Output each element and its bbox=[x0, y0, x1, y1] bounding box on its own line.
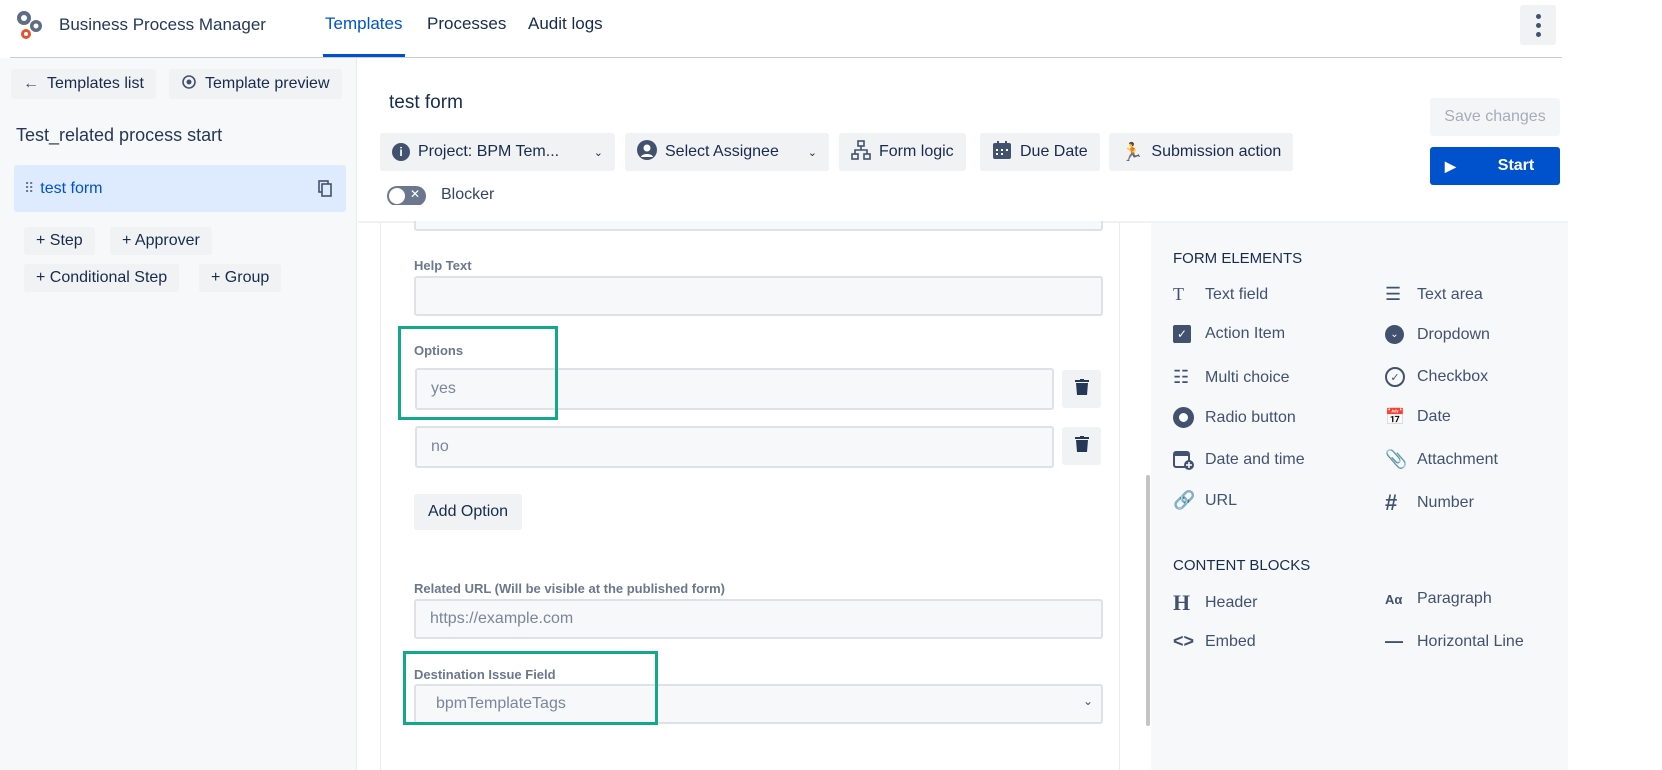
hash-icon: # bbox=[1385, 490, 1398, 515]
palette-multi-choice[interactable]: ☷ Multi choice bbox=[1173, 367, 1289, 388]
font-size-icon: Aα bbox=[1385, 591, 1403, 607]
nav-tab-processes[interactable]: Processes bbox=[427, 14, 506, 34]
submission-action-button[interactable]: 🏃 Submission action bbox=[1109, 133, 1294, 171]
running-icon: 🏃 bbox=[1121, 141, 1144, 162]
related-url-label: Related URL (Will be visible at the publ… bbox=[414, 581, 725, 596]
add-step-button[interactable]: + Step bbox=[24, 227, 95, 255]
minus-icon: — bbox=[1385, 631, 1403, 651]
highlight-options bbox=[398, 326, 558, 420]
nav-tab-templates[interactable]: Templates bbox=[325, 14, 402, 34]
paperclip-icon: 📎 bbox=[1385, 449, 1408, 469]
header-bg-cover bbox=[358, 205, 1568, 221]
form-title: test form bbox=[389, 92, 463, 113]
copy-icon[interactable] bbox=[318, 180, 332, 202]
step-item-test-form[interactable]: ⠿ test form bbox=[14, 165, 346, 212]
project-dropdown[interactable]: i Project: BPM Tem... ⌄ bbox=[380, 133, 615, 171]
palette-radio-button[interactable]: Radio button bbox=[1173, 407, 1296, 428]
heading-icon: H bbox=[1173, 590, 1191, 615]
close-icon: ✕ bbox=[410, 187, 421, 201]
palette-date[interactable]: 📅 Date bbox=[1385, 407, 1451, 427]
form-logic-button[interactable]: Form logic bbox=[839, 133, 966, 171]
scrollbar[interactable] bbox=[1146, 475, 1150, 726]
form-elements-title: FORM ELEMENTS bbox=[1173, 250, 1303, 267]
palette-text-field[interactable]: T Text field bbox=[1173, 284, 1268, 305]
check-circle-icon: ✓ bbox=[1385, 367, 1417, 387]
palette-attachment[interactable]: 📎 Attachment bbox=[1385, 449, 1498, 470]
template-name: Test_related process start bbox=[16, 125, 223, 145]
palette-embed[interactable]: <> Embed bbox=[1173, 631, 1256, 652]
option-input-no[interactable]: no bbox=[415, 426, 1054, 468]
align-justify-icon: ☰ bbox=[1385, 284, 1402, 304]
play-icon: ▶ bbox=[1445, 157, 1456, 174]
palette-checkbox[interactable]: ✓ Checkbox bbox=[1385, 367, 1488, 387]
palette-dropdown[interactable]: ⌄ Dropdown bbox=[1385, 325, 1490, 344]
palette-url[interactable]: 🔗 URL bbox=[1173, 490, 1237, 511]
add-conditional-step-button[interactable]: + Conditional Step bbox=[24, 264, 180, 292]
palette-horizontal-line[interactable]: — Horizontal Line bbox=[1385, 631, 1524, 652]
palette-number[interactable]: # Number bbox=[1385, 490, 1474, 516]
sitemap-icon bbox=[851, 139, 871, 165]
calendar-icon: 📅 bbox=[1385, 409, 1405, 426]
palette-action-item[interactable]: ✓ Action Item bbox=[1173, 325, 1285, 343]
save-changes-button[interactable]: Save changes bbox=[1430, 98, 1560, 136]
due-date-button[interactable]: Due Date bbox=[980, 133, 1100, 171]
blocker-label: Blocker bbox=[441, 186, 495, 203]
app-title: Business Process Manager bbox=[59, 15, 266, 34]
text-t-icon: T bbox=[1173, 284, 1184, 304]
content-blocks-title: CONTENT BLOCKS bbox=[1173, 557, 1311, 574]
start-button[interactable]: ▶ Start bbox=[1430, 147, 1560, 185]
add-approver-button[interactable]: + Approver bbox=[110, 227, 212, 255]
template-preview-button[interactable]: Template preview bbox=[169, 69, 342, 99]
add-option-button[interactable]: Add Option bbox=[414, 494, 523, 530]
code-icon: <> bbox=[1173, 631, 1195, 651]
calendar-icon bbox=[992, 140, 1012, 165]
chevron-down-icon: ⌄ bbox=[807, 146, 817, 159]
user-icon bbox=[637, 139, 657, 165]
calendar-plus-icon bbox=[1173, 449, 1205, 471]
eye-icon bbox=[181, 74, 197, 94]
radio-icon bbox=[1173, 407, 1205, 428]
add-group-button[interactable]: + Group bbox=[199, 264, 282, 292]
help-text-label: Help Text bbox=[414, 258, 472, 273]
chevron-circle-down-icon: ⌄ bbox=[1385, 325, 1417, 344]
chevron-down-icon: ⌄ bbox=[593, 146, 603, 159]
delete-option-button[interactable] bbox=[1062, 370, 1101, 408]
trash-icon bbox=[1074, 435, 1089, 457]
more-menu-button[interactable] bbox=[1520, 5, 1556, 45]
delete-option-button[interactable] bbox=[1062, 427, 1101, 465]
list-icon: ☷ bbox=[1173, 367, 1190, 387]
assignee-dropdown[interactable]: Select Assignee ⌄ bbox=[625, 133, 829, 171]
highlight-destination bbox=[403, 651, 658, 725]
related-url-input[interactable]: https://example.com bbox=[414, 599, 1103, 639]
nav-tab-audit-logs[interactable]: Audit logs bbox=[528, 14, 603, 34]
palette-text-area[interactable]: ☰ Text area bbox=[1385, 284, 1483, 305]
info-icon: i bbox=[392, 143, 410, 161]
palette-header[interactable]: H Header bbox=[1173, 590, 1257, 616]
chevron-down-icon: ⌄ bbox=[1082, 694, 1093, 708]
help-text-input[interactable] bbox=[414, 276, 1103, 316]
blocker-toggle[interactable]: ✕ bbox=[387, 186, 426, 206]
app-logo bbox=[14, 8, 46, 42]
trash-icon bbox=[1074, 378, 1089, 400]
palette-date-and-time[interactable]: Date and time bbox=[1173, 449, 1305, 471]
palette-paragraph[interactable]: Aα Paragraph bbox=[1385, 590, 1492, 608]
arrow-left-icon: ← bbox=[23, 75, 39, 92]
link-icon: 🔗 bbox=[1173, 490, 1196, 510]
drag-handle-icon[interactable]: ⠿ bbox=[24, 180, 34, 197]
checkbox-checked-icon: ✓ bbox=[1173, 325, 1205, 343]
templates-list-button[interactable]: ← Templates list bbox=[11, 69, 156, 99]
step-label: test form bbox=[40, 179, 103, 197]
